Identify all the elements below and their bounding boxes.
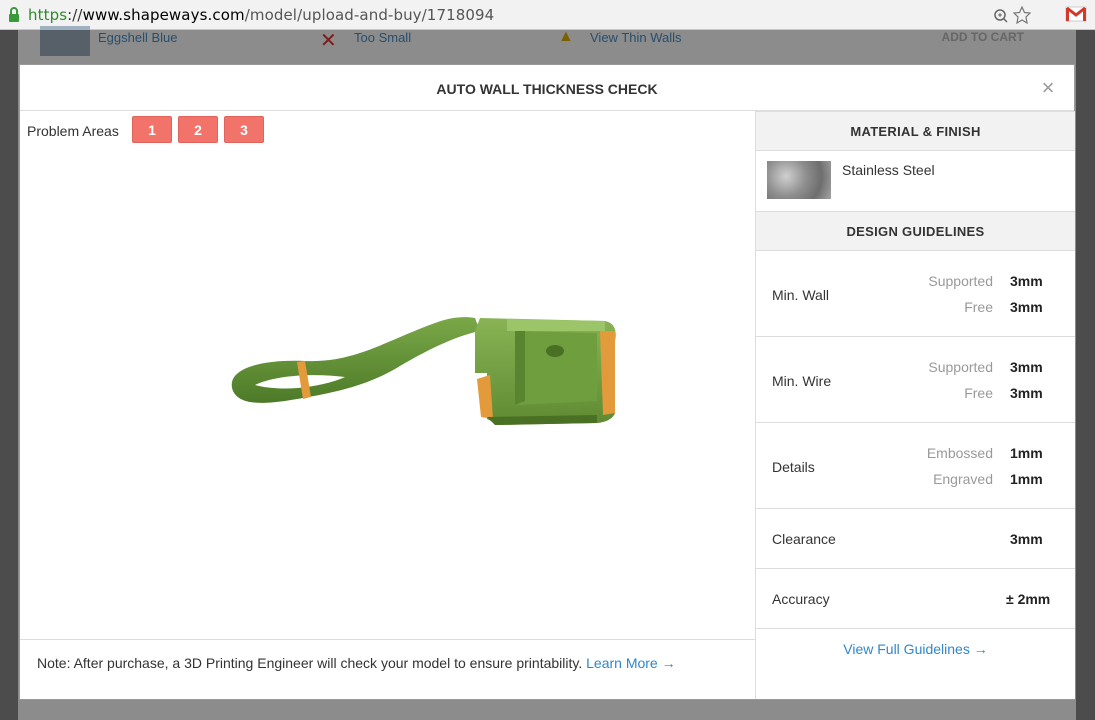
note-text: Note: After purchase, a 3D Printing Engi… — [37, 655, 583, 671]
guideline-sub: Embossed — [926, 445, 993, 461]
guideline-row-clearance: Clearance 3mm — [756, 509, 1075, 569]
guideline-sub: Supported — [928, 273, 993, 289]
guideline-row-min-wire: Min. Wire Supported 3mm Free 3mm — [756, 337, 1075, 423]
guideline-value: 3mm — [1010, 299, 1043, 315]
design-guidelines-heading: DESIGN GUIDELINES — [756, 211, 1075, 251]
guideline-value: 1mm — [1010, 471, 1043, 487]
guideline-name: Details — [772, 459, 815, 475]
learn-more-link[interactable]: Learn More → — [586, 655, 675, 671]
guideline-name: Min. Wall — [772, 287, 830, 303]
url-text[interactable]: https://www.shapeways.com/model/upload-a… — [28, 6, 494, 24]
material-name: Stainless Steel — [842, 162, 935, 178]
url-host: www.shapeways.com — [82, 6, 245, 24]
view-full-guidelines-link[interactable]: View Full Guidelines → — [756, 641, 1075, 657]
guideline-sub: Free — [964, 385, 993, 401]
guideline-row-details: Details Embossed 1mm Engraved 1mm — [756, 423, 1075, 509]
guideline-row-min-wall: Min. Wall Supported 3mm Free 3mm — [756, 251, 1075, 337]
guideline-name: Accuracy — [772, 591, 830, 607]
url-path: /model/upload-and-buy/1718094 — [244, 6, 495, 24]
problem-area-2-button[interactable]: 2 — [178, 116, 218, 143]
problem-areas-label: Problem Areas — [27, 123, 119, 139]
close-button[interactable]: × — [1036, 73, 1060, 103]
url-separator: :// — [67, 6, 83, 24]
guideline-name: Clearance — [772, 531, 836, 547]
zoom-icon[interactable] — [993, 9, 1013, 28]
guideline-sub: Free — [964, 299, 993, 315]
3d-model-preview[interactable] — [225, 301, 625, 431]
gmail-icon[interactable] — [1065, 5, 1087, 28]
model-viewer[interactable]: Problem Areas 1 2 3 — [20, 111, 755, 639]
problem-area-3-button[interactable]: 3 — [224, 116, 264, 143]
guideline-name: Min. Wire — [772, 373, 832, 389]
guideline-value: 3mm — [1010, 359, 1043, 375]
lock-icon — [8, 7, 20, 28]
wall-thickness-modal: AUTO WALL THICKNESS CHECK × Problem Area… — [19, 64, 1075, 700]
guideline-value: 3mm — [1010, 385, 1043, 401]
guideline-sub: Supported — [928, 359, 993, 375]
guideline-value: 1mm — [1010, 445, 1043, 461]
url-scheme: https — [28, 6, 68, 24]
browser-url-bar[interactable]: https://www.shapeways.com/model/upload-a… — [0, 0, 1095, 30]
bookmark-star-icon[interactable] — [1012, 5, 1032, 28]
guideline-row-accuracy: Accuracy ± 2mm — [756, 569, 1075, 629]
material-thumbnail — [767, 161, 831, 199]
guideline-value: ± 2mm — [1006, 591, 1051, 607]
modal-title: AUTO WALL THICKNESS CHECK — [20, 65, 1074, 111]
material-finish-heading: MATERIAL & FINISH — [756, 111, 1075, 151]
guideline-sub: Engraved — [933, 471, 993, 487]
guidelines-panel: MATERIAL & FINISH Stainless Steel DESIGN… — [755, 111, 1075, 699]
problem-area-1-button[interactable]: 1 — [132, 116, 172, 143]
guideline-value: 3mm — [1010, 531, 1043, 547]
printability-note: Note: After purchase, a 3D Printing Engi… — [20, 639, 755, 699]
guideline-value: 3mm — [1010, 273, 1043, 289]
